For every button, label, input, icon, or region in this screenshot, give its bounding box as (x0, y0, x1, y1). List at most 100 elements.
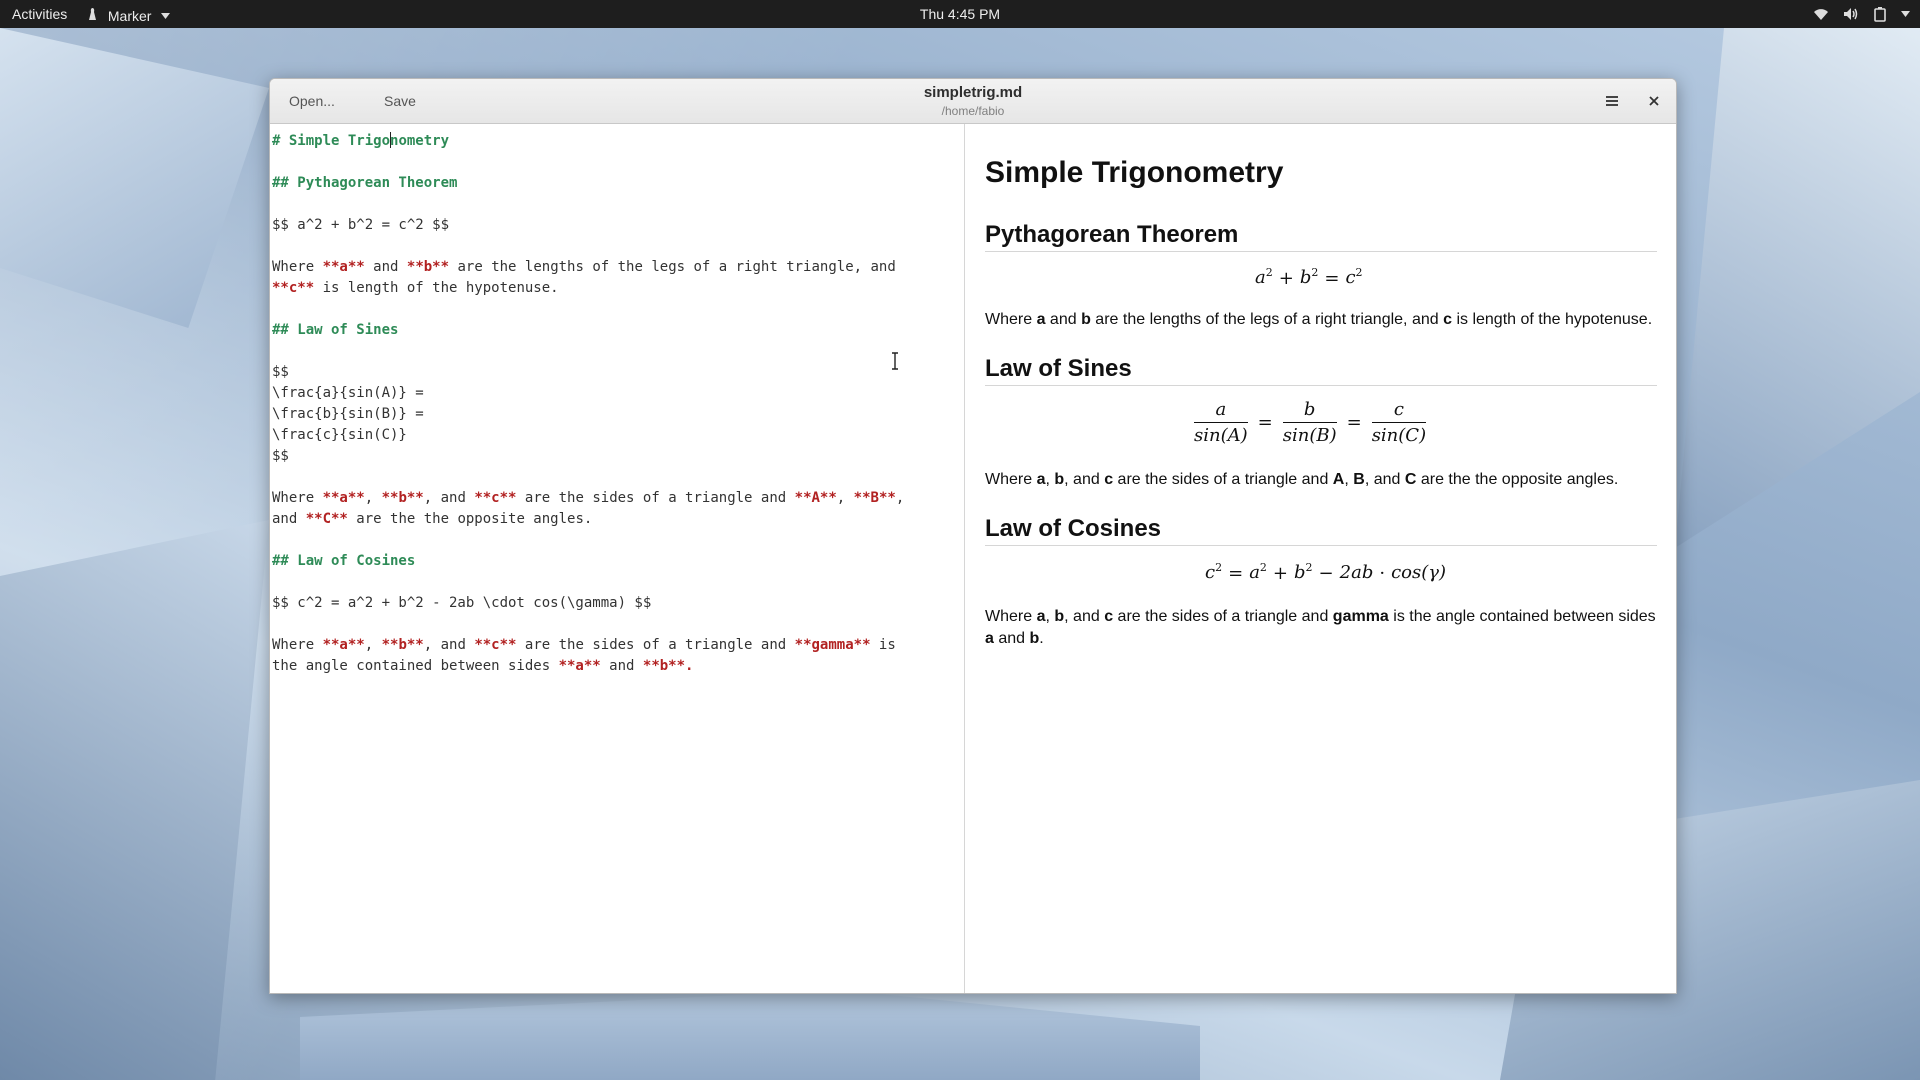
law-of-sines-formula: a sin(A) = b sin(B) = c sin(C) (1190, 399, 1430, 446)
wifi-icon (1813, 7, 1829, 21)
preview-bold: b (1054, 471, 1065, 488)
clock-container: Thu 4:45 PM (0, 0, 1920, 28)
math-exp: 2 (1259, 561, 1267, 574)
math-exp: 2 (1305, 561, 1313, 574)
preview-text: , and (1364, 471, 1405, 488)
editor-text: are the sides of a triangle and (516, 637, 795, 653)
preview-bold: A (1332, 471, 1345, 488)
clock[interactable]: Thu 4:45 PM (920, 6, 1000, 22)
preview-text: is the angle contained between sides (1388, 608, 1656, 625)
hamburger-menu-icon[interactable] (1600, 90, 1624, 112)
preview-text: , and (1064, 471, 1105, 488)
math-exp: 2 (1265, 266, 1273, 279)
top-bar: Activities Marker Thu 4:45 PM (0, 0, 1920, 28)
preview-heading-cosines: Law of Cosines (985, 515, 1657, 546)
math-exp: 2 (1215, 561, 1223, 574)
editor-line: Where **a**, **b**, and **c** are the si… (272, 635, 896, 655)
editor-line-math: \frac{c}{sin(C)} (272, 427, 407, 443)
editor-bold: **b** (406, 259, 450, 275)
activities-button[interactable]: Activities (12, 0, 67, 28)
preview-heading-pythagorean: Pythagorean Theorem (985, 221, 1657, 252)
editor-line-math: $$ a^2 + b^2 = c^2 $$ (272, 217, 450, 233)
math-exp: 2 (1311, 266, 1319, 279)
preview-bold: c (1443, 311, 1452, 328)
denominator: sin(B) (1282, 425, 1337, 446)
numerator: c (1371, 399, 1427, 423)
preview-bold: b (1054, 608, 1065, 625)
preview-text: , (1344, 471, 1354, 488)
law-of-cosines-formula: c2 = a2 + b2−2ab · cos(γ) (1205, 561, 1446, 584)
math-op: + (1278, 267, 1294, 289)
preview-paragraph: Where a, b, and c are the sides of a tri… (985, 606, 1661, 650)
preview-text: and (993, 630, 1030, 647)
editor-text: , (364, 490, 382, 506)
app-menu[interactable]: Marker (88, 0, 171, 28)
editor-bold: **a** (322, 490, 365, 506)
battery-icon (1873, 6, 1887, 22)
math-var: 2ab (1339, 562, 1374, 583)
preview-text: . (1039, 630, 1044, 647)
pythagorean-formula: a2 + b2 = c2 (1255, 266, 1363, 289)
chevron-down-icon (1901, 11, 1910, 17)
editor-text: , (836, 490, 854, 506)
math-var: a (1255, 267, 1266, 288)
editor-bold: **c** (474, 490, 517, 506)
editor-bold: **gamma** (794, 637, 871, 653)
editor-bold: **B** (853, 490, 896, 506)
editor-text: , and (423, 490, 475, 506)
math-op: = (1257, 412, 1273, 433)
preview-text: are the sides of a triangle and (1113, 471, 1333, 488)
math-op: = (1324, 267, 1340, 289)
editor-bold: **b** (642, 658, 686, 674)
editor-line: **c** is length of the hypotenuse. (272, 278, 559, 298)
editor-line-math: $$ (272, 364, 289, 380)
window-subtitle: /home/fabio (941, 104, 1005, 118)
math-var: c (1345, 267, 1356, 288)
editor-text: nometry (390, 133, 450, 149)
editor-text: and (600, 658, 643, 674)
preview-text: Where (985, 471, 1037, 488)
editor-text: the angle contained between sides (272, 658, 559, 674)
system-tray[interactable] (1813, 0, 1910, 28)
math-var: b (1299, 267, 1312, 288)
editor-bold: **a** (322, 637, 365, 653)
editor-bold: **c** (272, 280, 315, 296)
math-var: cos(γ) (1391, 562, 1447, 583)
preview-text: and (1045, 311, 1082, 328)
denominator: sin(C) (1371, 425, 1427, 446)
wallpaper-shape (0, 28, 269, 328)
math-op: = (1228, 562, 1244, 584)
math-op: − (1318, 562, 1334, 584)
editor-bold: **C** (305, 511, 348, 527)
preview-bold: c (1104, 471, 1114, 488)
editor-text: Where (272, 259, 323, 275)
editor-text: , and (423, 637, 475, 653)
editor-text: are the the opposite angles. (347, 511, 593, 527)
preview-bold: c (1104, 608, 1114, 625)
preview-title: Simple Trigonometry (985, 156, 1284, 189)
preview-text: , and (1064, 608, 1105, 625)
editor-text: is (870, 637, 896, 653)
math-op: = (1346, 412, 1362, 433)
markdown-preview: Simple Trigonometry Pythagorean Theorem … (965, 124, 1676, 993)
text-ibeam-cursor-icon (890, 352, 900, 370)
denominator: sin(A) (1194, 425, 1248, 446)
wallpaper-shape (300, 990, 1200, 1080)
preview-text: is length of the hypotenuse. (1452, 311, 1653, 328)
editor-text: Where (272, 490, 323, 506)
editor-bold: **a** (558, 658, 601, 674)
preview-bold: C (1404, 471, 1417, 488)
markdown-editor[interactable]: # Simple Trigonometry ## Pythagorean The… (270, 124, 965, 993)
math-var: b (1294, 562, 1306, 583)
preview-text: Where (985, 311, 1037, 328)
editor-bold: **c** (474, 637, 517, 653)
preview-bold: a (985, 630, 994, 647)
editor-line-math: $$ c^2 = a^2 + b^2 - 2ab \cdot cos(\gamm… (272, 595, 652, 611)
preview-text: Where (985, 608, 1037, 625)
close-icon[interactable] (1643, 90, 1665, 112)
editor-line: the angle contained between sides **a** … (272, 656, 693, 676)
window-title: simpletrig.md (923, 84, 1023, 101)
chevron-down-icon (161, 0, 171, 28)
editor-line-math: $$ (272, 448, 289, 464)
preview-text: are the the opposite angles. (1416, 471, 1619, 488)
